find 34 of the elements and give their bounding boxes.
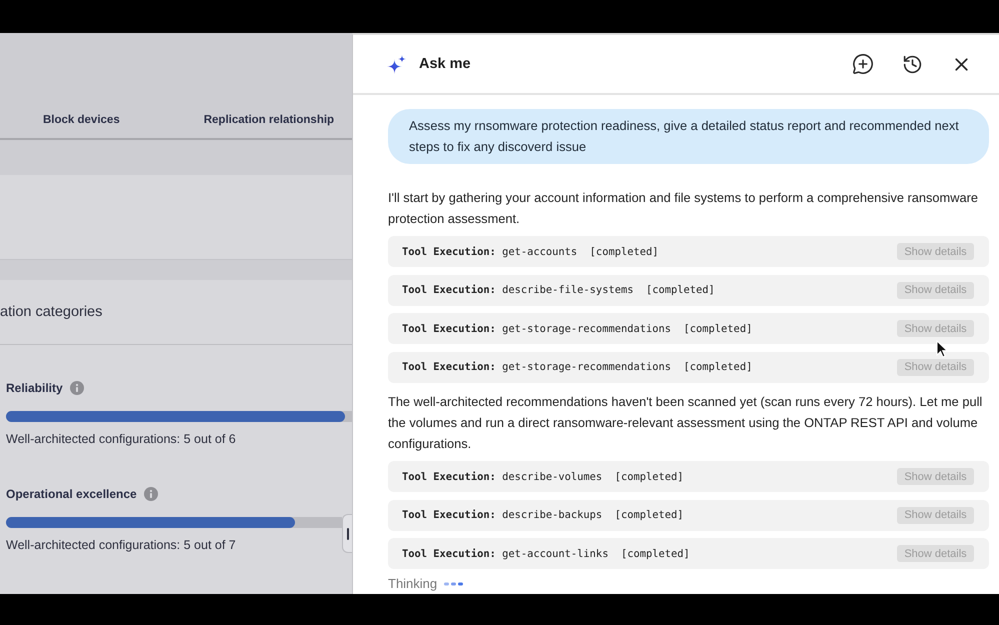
assistant-message: I'll start by gathering your account information and file systems to perform a comprehensive ransomware protection assessment.	[388, 188, 979, 228]
show-details-button[interactable]: Show details	[897, 320, 974, 338]
show-details-button[interactable]: Show details	[897, 282, 974, 299]
history-icon	[902, 54, 922, 74]
mouse-pointer-icon	[936, 340, 948, 358]
section-title: ation categories	[0, 304, 102, 320]
category-summary: Well-architected configurations: 5 out of 7	[6, 538, 236, 553]
tool-execution-text: Tool Execution: get-storage-recommendations [completed]	[402, 361, 752, 374]
user-message: Assess my rnsomware protection readiness, give a detailed status report and recommended next steps to fix any discoverd issue	[388, 109, 989, 164]
tool-execution-text: Tool Execution: describe-file-systems [completed]	[402, 284, 715, 296]
info-icon	[144, 487, 158, 501]
category-name: Reliability	[6, 381, 63, 395]
thinking-status: Thinking	[388, 576, 438, 591]
panel-title: Ask me	[419, 56, 471, 72]
show-details-button[interactable]: Show details	[897, 243, 974, 260]
chat-plus-icon	[852, 53, 874, 75]
show-details-button[interactable]: Show details	[897, 545, 974, 562]
show-details-button[interactable]: Show details	[897, 468, 974, 486]
tool-execution-text: Tool Execution: describe-backups [completed]	[402, 509, 684, 522]
resize-handle[interactable]	[342, 514, 352, 553]
typing-dots-icon	[444, 582, 464, 586]
info-icon	[70, 381, 84, 395]
category-name: Operational excellence	[6, 487, 137, 501]
show-details-button[interactable]: Show details	[897, 506, 974, 524]
sparkle-icon	[387, 54, 406, 74]
tab[interactable]: Block devices	[43, 100, 120, 138]
show-details-button[interactable]: Show details	[897, 358, 974, 376]
tool-execution-text: Tool Execution: get-accounts [completed]	[402, 246, 658, 258]
assistant-message: The well-architected recommendations haven't been scanned yet (scan runs every 72 hours). Let me pull the volumes and run a direct ransomware-relevant assessment using the ONTAP REST API and volume configurations.	[388, 392, 984, 453]
tool-execution-text: Tool Execution: get-storage-recommendations [completed]	[402, 322, 752, 335]
tab[interactable]: Replication relationship	[204, 100, 334, 138]
category-summary: Well-architected configurations: 5 out of 6	[6, 432, 236, 447]
tool-execution-text: Tool Execution: describe-volumes [completed]	[402, 470, 684, 483]
tool-execution-text: Tool Execution: get-account-links [completed]	[402, 548, 690, 560]
